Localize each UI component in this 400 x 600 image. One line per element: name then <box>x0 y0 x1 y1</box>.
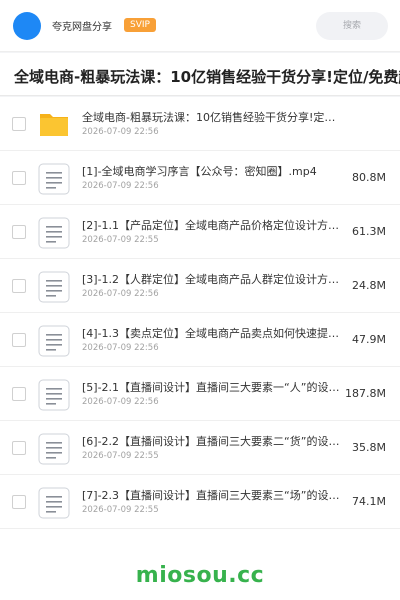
file-name[interactable]: [3]-1.2【人群定位】全域电商产品人群定位设计方法.mp4 <box>82 271 344 287</box>
watermark-text: miosou.cc <box>135 563 265 588</box>
document-icon <box>37 432 71 466</box>
file-date: 2026-07-09 22:55 <box>82 451 159 461</box>
select-checkbox[interactable] <box>12 495 26 509</box>
file-size: 80.8M <box>352 171 386 184</box>
file-name[interactable]: [2]-1.1【产品定位】全域电商产品价格定位设计方法.mp4 <box>82 217 344 233</box>
file-name[interactable]: 全域电商-粗暴玩法课：10亿销售经验干货分享!定位/免费起量 <box>82 109 344 125</box>
file-name[interactable]: [5]-2.1【直播间设计】直播间三大要素一“人”的设计.mp4 <box>82 379 344 395</box>
file-date: 2026-07-09 22:56 <box>82 181 159 191</box>
list-item[interactable]: 全域电商-粗暴玩法课：10亿销售经验干货分享!定位/免费起量 2026-07-09… <box>0 97 400 151</box>
share-header: 夸克网盘分享 SVIP 搜索 <box>0 0 400 52</box>
list-item[interactable]: [1]-全域电商学习序言【公众号：密知圈】.mp4 2026-07-09 22:5… <box>0 151 400 205</box>
select-checkbox[interactable] <box>12 117 26 131</box>
owner-name: 夸克网盘分享 <box>52 22 112 33</box>
file-date: 2026-07-09 22:56 <box>82 289 159 299</box>
select-checkbox[interactable] <box>12 225 26 239</box>
document-icon <box>37 162 71 196</box>
file-date: 2026-07-09 22:55 <box>82 505 159 515</box>
file-date: 2026-07-09 22:56 <box>82 127 159 137</box>
folder-icon <box>37 108 71 142</box>
search-input[interactable]: 搜索 <box>316 12 388 40</box>
document-icon <box>37 216 71 250</box>
file-name[interactable]: [7]-2.3【直播间设计】直播间三大要素三“场”的设计.mp4 <box>82 487 344 503</box>
avatar[interactable] <box>13 12 41 40</box>
document-icon <box>37 378 71 412</box>
file-size: 74.1M <box>352 495 386 508</box>
file-size: 61.3M <box>352 225 386 238</box>
file-date: 2026-07-09 22:56 <box>82 397 159 407</box>
list-item[interactable]: [4]-1.3【卖点定位】全域电商产品卖点如何快速提炼.mp4 2026-07-0… <box>0 313 400 367</box>
list-item[interactable]: [2]-1.1【产品定位】全域电商产品价格定位设计方法.mp4 2026-07-0… <box>0 205 400 259</box>
file-name[interactable]: [1]-全域电商学习序言【公众号：密知圈】.mp4 <box>82 163 344 179</box>
list-item[interactable]: [5]-2.1【直播间设计】直播间三大要素一“人”的设计.mp4 2026-07-… <box>0 367 400 421</box>
select-checkbox[interactable] <box>12 171 26 185</box>
file-size: 47.9M <box>352 333 386 346</box>
document-icon <box>37 486 71 520</box>
folder-title-bar: 全域电商-粗暴玩法课：10亿销售经验干货分享!定位/免费起量 <box>0 53 400 96</box>
list-item[interactable]: [3]-1.2【人群定位】全域电商产品人群定位设计方法.mp4 2026-07-0… <box>0 259 400 313</box>
select-checkbox[interactable] <box>12 441 26 455</box>
file-size: 187.8M <box>345 387 386 400</box>
list-item[interactable]: [6]-2.2【直播间设计】直播间三大要素二“货”的设计.mp4 2026-07-… <box>0 421 400 475</box>
file-name[interactable]: [6]-2.2【直播间设计】直播间三大要素二“货”的设计.mp4 <box>82 433 344 449</box>
select-checkbox[interactable] <box>12 387 26 401</box>
document-icon <box>37 270 71 304</box>
file-name[interactable]: [4]-1.3【卖点定位】全域电商产品卖点如何快速提炼.mp4 <box>82 325 344 341</box>
file-size: 35.8M <box>352 441 386 454</box>
file-date: 2026-07-09 22:56 <box>82 343 159 353</box>
select-checkbox[interactable] <box>12 279 26 293</box>
file-date: 2026-07-09 22:55 <box>82 235 159 245</box>
document-icon <box>37 324 71 358</box>
page-title: 全域电商-粗暴玩法课：10亿销售经验干货分享!定位/免费起量 <box>14 68 400 86</box>
footer: miosou.cc <box>0 549 400 600</box>
file-list: 全域电商-粗暴玩法课：10亿销售经验干货分享!定位/免费起量 2026-07-09… <box>0 97 400 549</box>
select-checkbox[interactable] <box>12 333 26 347</box>
svip-badge: SVIP <box>124 18 156 32</box>
list-item[interactable]: [7]-2.3【直播间设计】直播间三大要素三“场”的设计.mp4 2026-07-… <box>0 475 400 529</box>
file-size: 24.8M <box>352 279 386 292</box>
